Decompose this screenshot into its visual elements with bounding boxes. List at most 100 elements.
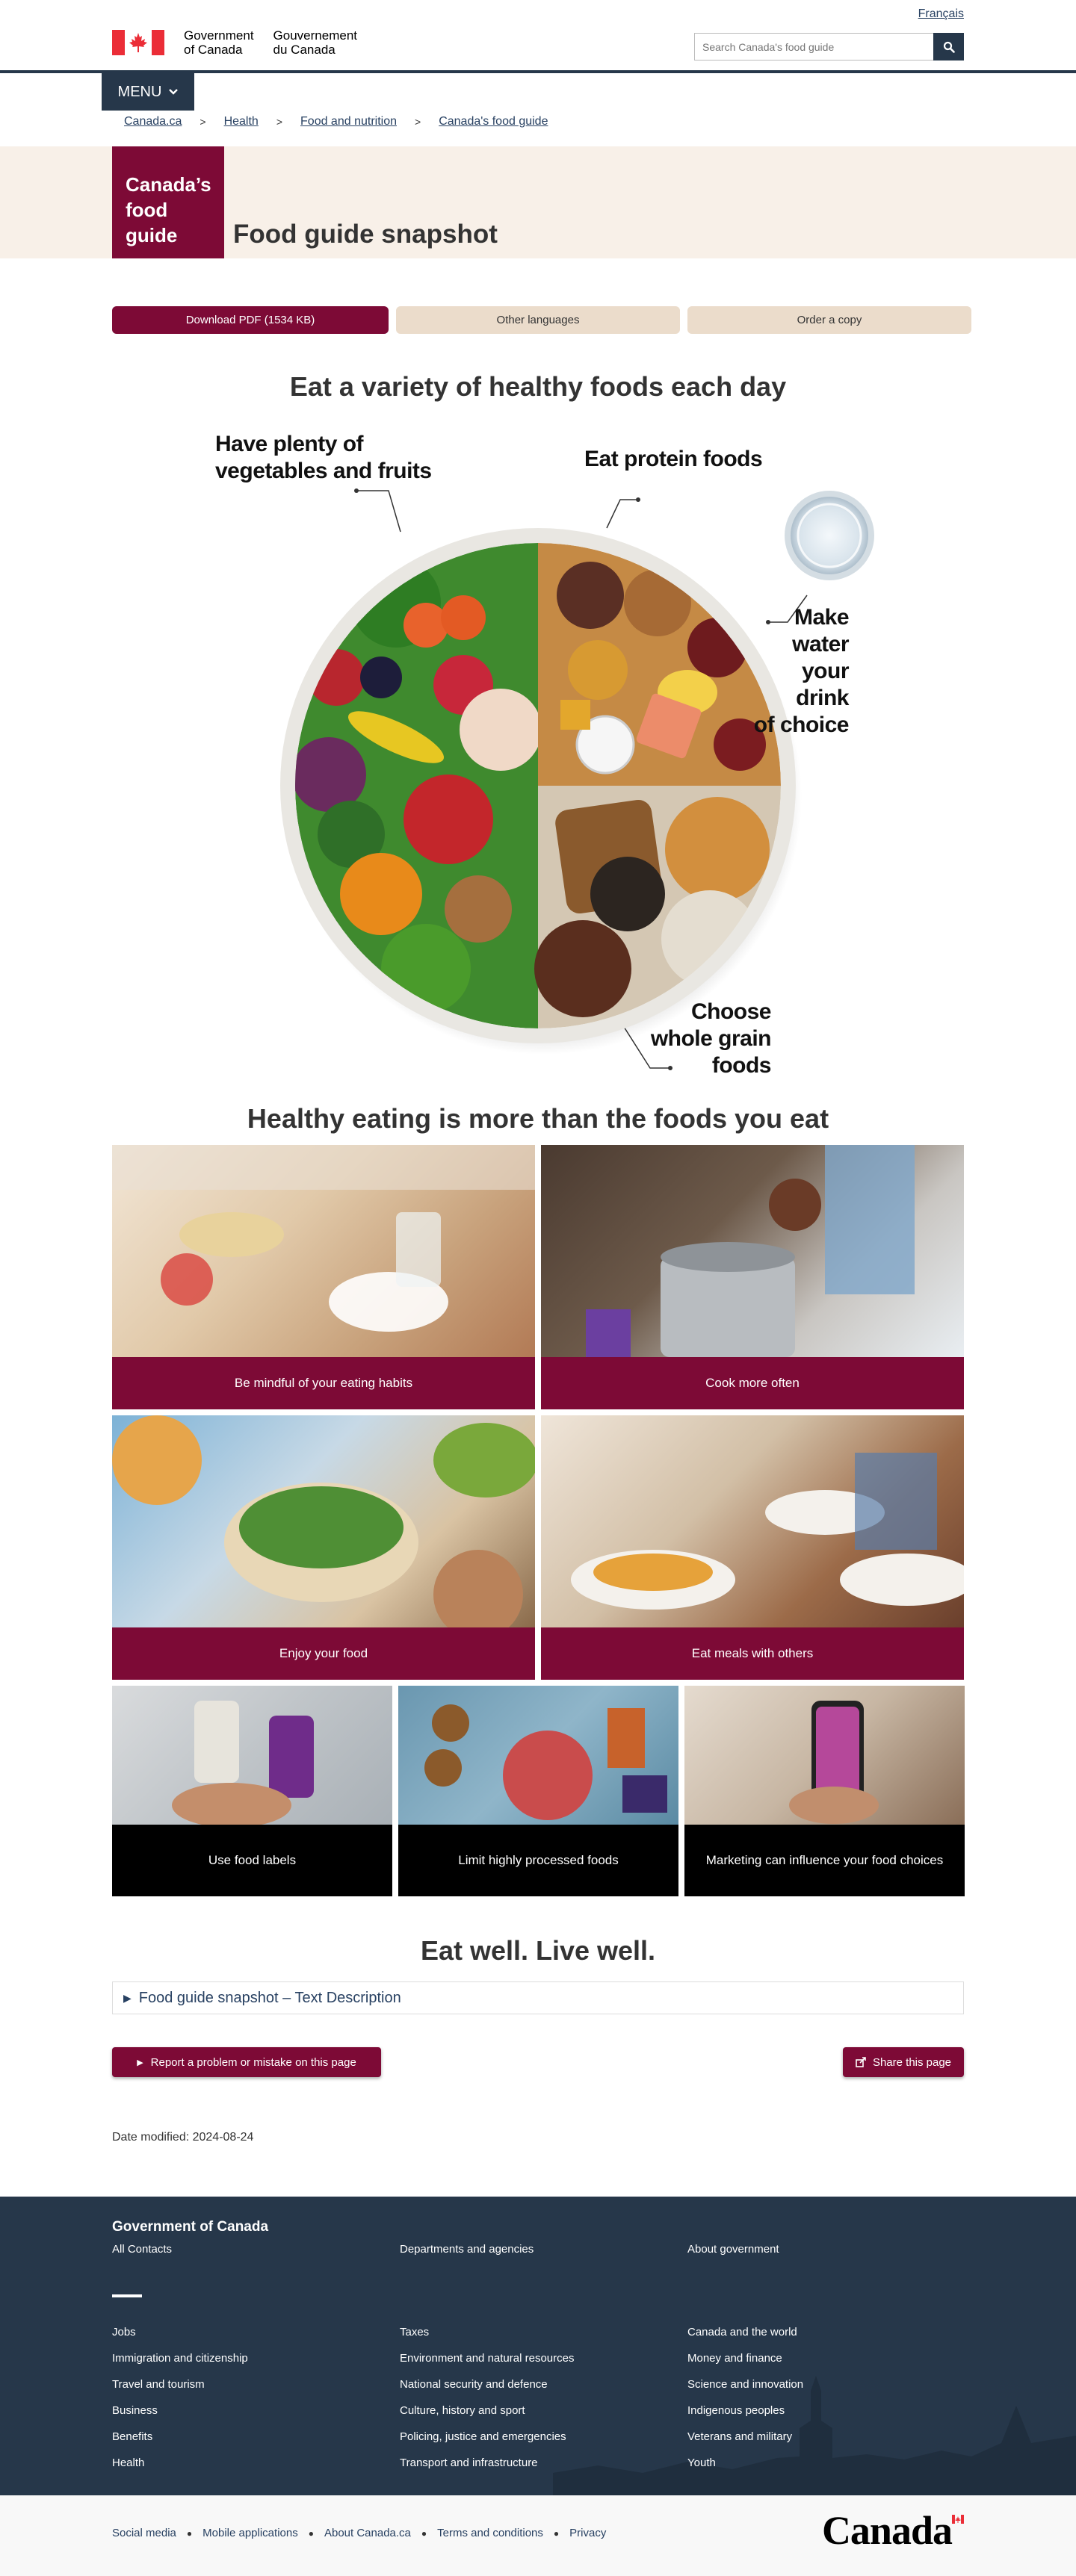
footer-link-social-media[interactable]: Social media bbox=[112, 2527, 176, 2539]
canada-flag-icon bbox=[112, 30, 164, 55]
date-modified: Date modified: 2024-08-24 bbox=[112, 2131, 254, 2144]
tile-eat-with-others[interactable]: Eat meals with others bbox=[541, 1415, 964, 1680]
breadcrumb-link-food-guide[interactable]: Canada's food guide bbox=[439, 115, 548, 128]
footer-link-about-canada[interactable]: About Canada.ca bbox=[324, 2527, 411, 2539]
tile-label: Be mindful of your eating habits bbox=[112, 1357, 535, 1409]
marketing-photo bbox=[684, 1686, 965, 1825]
footer-link[interactable]: Transport and infrastructure bbox=[400, 2456, 687, 2483]
download-pdf-button[interactable]: Download PDF (1534 KB) bbox=[112, 306, 389, 334]
triangle-right-icon: ▶ bbox=[137, 2058, 143, 2067]
breadcrumb: Canada.ca > Health > Food and nutrition > C… bbox=[124, 115, 548, 128]
footer-link-terms[interactable]: Terms and conditions bbox=[437, 2527, 543, 2539]
site-footer: Government of Canada All Contacts Depart… bbox=[0, 2197, 1076, 2495]
share-page-button[interactable]: Share this page bbox=[843, 2047, 964, 2077]
footer-link[interactable]: Travel and tourism bbox=[112, 2378, 400, 2404]
eat-with-others-photo bbox=[541, 1415, 964, 1627]
breadcrumb-link-food-nutrition[interactable]: Food and nutrition bbox=[300, 115, 397, 128]
tile-label: Enjoy your food bbox=[112, 1627, 535, 1680]
page-title: Food guide snapshot bbox=[233, 220, 498, 249]
footer-link-departments[interactable]: Departments and agencies bbox=[400, 2243, 687, 2269]
footer-link-mobile-apps[interactable]: Mobile applications bbox=[202, 2527, 298, 2539]
menu-button[interactable]: MENU bbox=[102, 73, 194, 111]
details-summary: Food guide snapshot – Text Description bbox=[138, 1989, 401, 2006]
footer-link[interactable]: Environment and natural resources bbox=[400, 2352, 687, 2378]
footer-link[interactable]: Youth bbox=[687, 2456, 964, 2483]
other-languages-button[interactable]: Other languages bbox=[396, 306, 680, 334]
tile-cook-more[interactable]: Cook more often bbox=[541, 1145, 964, 1409]
order-copy-button[interactable]: Order a copy bbox=[687, 306, 971, 334]
protein-foods-label: Eat protein foods bbox=[584, 447, 763, 471]
canada-flag-icon bbox=[952, 2515, 964, 2524]
enjoy-food-photo bbox=[112, 1415, 535, 1627]
plate-section: Eat a variety of healthy foods each day bbox=[112, 371, 964, 1081]
breadcrumb-separator: > bbox=[200, 116, 206, 128]
mindful-eating-photo bbox=[112, 1145, 535, 1357]
footer-corporate-links: Social media ● Mobile applications ● About… bbox=[112, 2527, 607, 2539]
whole-grain-label: Choose whole grain foods bbox=[650, 999, 772, 1078]
tile-label: Cook more often bbox=[541, 1357, 964, 1409]
triangle-right-icon: ▶ bbox=[123, 1991, 132, 2004]
search-form bbox=[694, 33, 964, 60]
tile-label: Use food labels bbox=[112, 1825, 392, 1896]
text-description-toggle[interactable]: ▶ Food guide snapshot – Text Description bbox=[112, 1981, 964, 2014]
footer-link[interactable]: Science and innovation bbox=[687, 2378, 964, 2404]
footer-link-all-contacts[interactable]: All Contacts bbox=[112, 2243, 400, 2269]
footer-link-about-government[interactable]: About government bbox=[687, 2243, 964, 2269]
nav-bar: MENU Canada.ca > Health > Food and nutriti… bbox=[0, 73, 1076, 146]
tile-marketing[interactable]: Marketing can influence your food choice… bbox=[684, 1686, 965, 1896]
footer-link[interactable]: National security and defence bbox=[400, 2378, 687, 2404]
breadcrumb-link-health[interactable]: Health bbox=[224, 115, 259, 128]
plate-heading: Eat a variety of healthy foods each day bbox=[289, 371, 787, 402]
footer-link-privacy[interactable]: Privacy bbox=[569, 2527, 606, 2539]
processed-foods-photo bbox=[398, 1686, 678, 1825]
tile-food-labels[interactable]: Use food labels bbox=[112, 1686, 392, 1896]
footer-link[interactable]: Business bbox=[112, 2404, 400, 2430]
footer-link[interactable]: Taxes bbox=[400, 2326, 687, 2352]
search-input[interactable] bbox=[694, 33, 933, 60]
menu-label: MENU bbox=[117, 83, 162, 100]
breadcrumb-link-canada[interactable]: Canada.ca bbox=[124, 115, 182, 128]
page-feedback-bar: ▶ Report a problem or mistake on this pa… bbox=[112, 2047, 964, 2077]
food-labels-photo bbox=[112, 1686, 392, 1825]
site-header: Français Government of Canada Gouverneme… bbox=[0, 0, 1076, 73]
footer-link[interactable]: Indigenous peoples bbox=[687, 2404, 964, 2430]
footer-sub-bar: Social media ● Mobile applications ● About… bbox=[0, 2495, 1076, 2576]
habits-heading: Healthy eating is more than the foods yo… bbox=[247, 1103, 829, 1134]
government-signature[interactable]: Government of Canada Gouvernement du Can… bbox=[112, 28, 357, 57]
search-button[interactable] bbox=[933, 33, 964, 60]
footer-divider bbox=[112, 2294, 142, 2297]
share-icon bbox=[856, 2057, 866, 2067]
footer-link[interactable]: Jobs bbox=[112, 2326, 400, 2352]
food-plate-image bbox=[280, 488, 874, 1070]
signature-english: Government of Canada bbox=[184, 28, 254, 57]
report-problem-button[interactable]: ▶ Report a problem or mistake on this pa… bbox=[112, 2047, 381, 2077]
footer-link[interactable]: Veterans and military bbox=[687, 2430, 964, 2456]
breadcrumb-separator: > bbox=[276, 116, 283, 128]
water-label: Make water your drink of choice bbox=[753, 605, 850, 737]
search-icon bbox=[943, 41, 955, 53]
food-plate-illustration: Have plenty of vegetables and fruits Eat … bbox=[112, 431, 964, 1081]
footer-heading: Government of Canada bbox=[112, 2219, 269, 2235]
chevron-down-icon bbox=[169, 89, 179, 95]
language-toggle-link[interactable]: Français bbox=[918, 7, 964, 21]
footer-link[interactable]: Immigration and citizenship bbox=[112, 2352, 400, 2378]
tile-processed-foods[interactable]: Limit highly processed foods bbox=[398, 1686, 678, 1896]
tile-mindful-eating[interactable]: Be mindful of your eating habits bbox=[112, 1145, 535, 1409]
tile-label: Eat meals with others bbox=[541, 1627, 964, 1680]
footer-link[interactable]: Canada and the world bbox=[687, 2326, 964, 2352]
hero-banner: Canada’s food guide Food guide snapshot bbox=[0, 146, 1076, 258]
canada-wordmark-logo: Canada bbox=[822, 2507, 964, 2554]
footer-link[interactable]: Policing, justice and emergencies bbox=[400, 2430, 687, 2456]
footer-top-links: All Contacts Departments and agencies Ab… bbox=[112, 2243, 964, 2269]
vegetables-fruits-label: Have plenty of vegetables and fruits bbox=[215, 432, 432, 483]
tile-enjoy-food[interactable]: Enjoy your food bbox=[112, 1415, 535, 1680]
tile-label: Limit highly processed foods bbox=[398, 1825, 678, 1896]
food-guide-badge: Canada’s food guide bbox=[112, 146, 224, 258]
footer-link[interactable]: Money and finance bbox=[687, 2352, 964, 2378]
footer-link[interactable]: Culture, history and sport bbox=[400, 2404, 687, 2430]
footer-theme-links: Jobs Taxes Canada and the world Immigrat… bbox=[112, 2326, 964, 2483]
closing-heading: Eat well. Live well. bbox=[420, 1935, 656, 1966]
footer-link[interactable]: Benefits bbox=[112, 2430, 400, 2456]
footer-link[interactable]: Health bbox=[112, 2456, 400, 2483]
cooking-photo bbox=[541, 1145, 964, 1357]
